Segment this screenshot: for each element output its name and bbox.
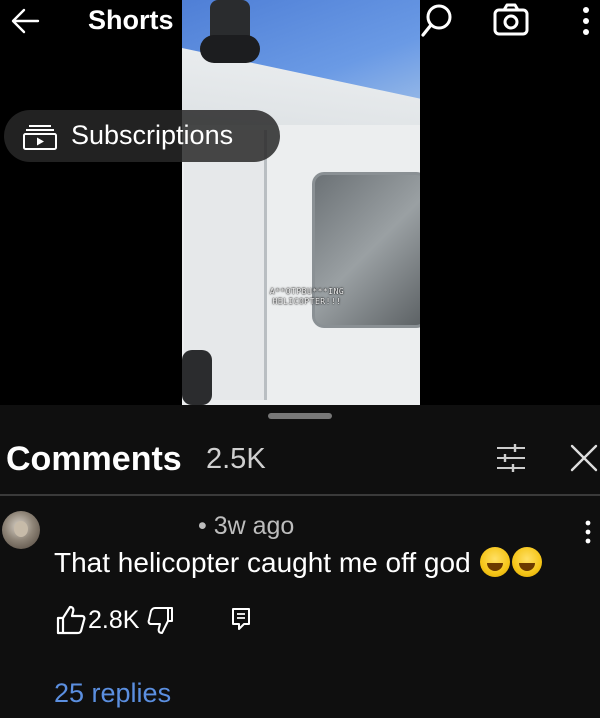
search-icon — [421, 4, 452, 37]
close-icon — [570, 444, 598, 472]
comments-title: Comments — [6, 440, 182, 478]
camera-button[interactable] — [492, 2, 530, 38]
video-frame[interactable]: A**OTPBU***ING HELICOPTER!!! — [182, 0, 420, 405]
comment-body: That helicopter caught me off god — [54, 547, 471, 578]
comment-more-button[interactable] — [582, 519, 594, 547]
view-replies-link[interactable]: 25 replies — [54, 678, 171, 709]
back-button[interactable] — [8, 6, 42, 36]
thumbs-down-icon — [147, 607, 173, 634]
video-caption: A**OTPBU***ING HELICOPTER!!! — [252, 287, 362, 307]
comment-text: That helicopter caught me off god — [54, 546, 543, 580]
arrow-left-icon — [11, 8, 40, 34]
video-area[interactable]: A**OTPBU***ING HELICOPTER!!! — [0, 0, 600, 405]
camera-icon — [493, 3, 529, 36]
more-options-button[interactable] — [576, 4, 596, 38]
dislike-button[interactable] — [146, 606, 176, 636]
video-caption-line2: HELICOPTER!!! — [272, 297, 342, 306]
subscriptions-label[interactable]: Subscriptions — [71, 120, 233, 151]
divider — [0, 494, 600, 496]
tears-of-joy-emoji-icon — [480, 546, 511, 577]
comment-timestamp: • 3w ago — [198, 512, 295, 540]
more-vertical-icon — [583, 7, 589, 35]
video-caption-line1: A**OTPBU***ING — [269, 287, 345, 296]
video-shadow — [182, 350, 212, 405]
avatar-face — [14, 521, 28, 537]
like-button[interactable] — [54, 604, 88, 636]
subscriptions-icon — [22, 124, 58, 150]
tears-of-joy-emoji-icon — [512, 546, 543, 577]
thumbs-up-icon — [56, 605, 86, 635]
filter-icon — [497, 444, 525, 472]
reply-icon — [232, 608, 250, 630]
like-count: 2.8K — [88, 606, 140, 634]
drag-handle[interactable] — [268, 413, 332, 419]
avatar[interactable] — [2, 511, 40, 549]
comments-count: 2.5K — [206, 443, 266, 475]
more-vertical-icon — [585, 520, 591, 544]
close-button[interactable] — [569, 441, 599, 475]
filter-button[interactable] — [495, 441, 527, 475]
search-button[interactable] — [420, 2, 456, 38]
page-title: Shorts — [88, 5, 174, 35]
reply-button[interactable] — [230, 606, 252, 632]
top-bar: Shorts — [0, 0, 600, 46]
